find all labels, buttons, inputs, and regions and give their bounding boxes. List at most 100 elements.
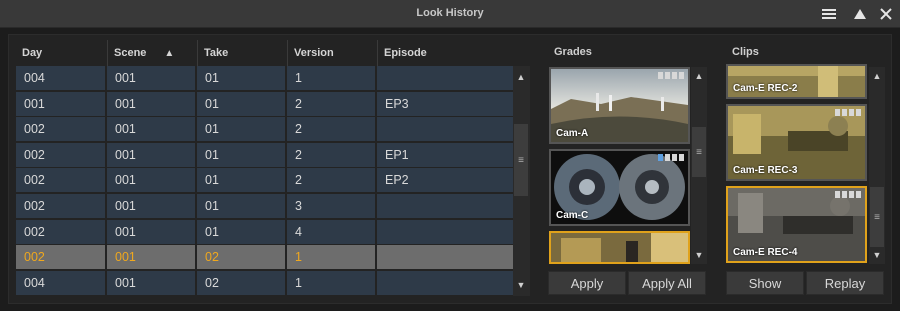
cell-take: 01 <box>197 142 285 167</box>
table-row[interactable]: 002 001 01 2 EP1 <box>16 142 513 168</box>
cell-scene: 001 <box>107 142 195 167</box>
cell-episode: EP3 <box>377 91 513 116</box>
cell-take: 01 <box>197 219 285 244</box>
column-header-label: Take <box>204 47 229 59</box>
table-row[interactable]: 004 001 01 1 <box>16 66 513 91</box>
cell-version: 4 <box>287 219 375 244</box>
cell-version: 2 <box>287 91 375 116</box>
grip-icon: ≡ <box>874 211 880 223</box>
sort-ascending-icon[interactable]: ▲ <box>164 48 174 59</box>
cell-episode <box>377 270 513 295</box>
clip-tile-selected[interactable]: Cam-E REC-4 <box>726 186 867 263</box>
grade-indicator-icon <box>658 72 684 79</box>
window-title: Look History <box>416 7 484 19</box>
look-history-table: Day Scene ▲ Take Version Episode 004 001 01 1 001… <box>16 40 530 296</box>
grade-tile[interactable]: Cam-A <box>549 67 690 144</box>
cell-scene: 001 <box>107 168 195 193</box>
cell-take: 01 <box>197 91 285 116</box>
scroll-down-icon[interactable]: ▼ <box>691 248 707 262</box>
cell-version: 1 <box>287 270 375 295</box>
cell-day: 002 <box>16 117 105 142</box>
cell-scene: 001 <box>107 245 195 270</box>
clips-title: Clips <box>732 46 759 58</box>
menu-icon[interactable] <box>820 5 838 23</box>
column-header-take[interactable]: Take <box>197 40 285 66</box>
table-row[interactable]: 002 001 01 2 <box>16 117 513 142</box>
clip-indicator-icon <box>835 191 861 198</box>
cell-day: 002 <box>16 245 105 270</box>
grade-indicator-icon <box>658 154 684 161</box>
column-header-version[interactable]: Version <box>287 40 375 66</box>
grip-icon: ≡ <box>696 146 702 158</box>
cell-day: 004 <box>16 66 105 90</box>
scroll-up-icon[interactable]: ▲ <box>869 69 885 83</box>
scroll-down-icon[interactable]: ▼ <box>513 278 529 292</box>
cell-day: 001 <box>16 91 105 116</box>
grade-tile[interactable]: Cam-C <box>549 149 690 226</box>
grades-scrollbar[interactable]: ▲ ≡ ▼ <box>691 67 707 264</box>
apply-button[interactable]: Apply <box>548 271 626 295</box>
apply-all-button[interactable]: Apply All <box>628 271 706 295</box>
clips-scrollbar[interactable]: ▲ ≡ ▼ <box>869 67 885 264</box>
table-row[interactable]: 001 001 01 2 EP3 <box>16 91 513 117</box>
cell-episode: EP1 <box>377 142 513 167</box>
cell-day: 002 <box>16 194 105 218</box>
cell-scene: 001 <box>107 219 195 244</box>
cell-take: 01 <box>197 168 285 193</box>
cell-day: 002 <box>16 168 105 193</box>
column-header-scene[interactable]: Scene ▲ <box>107 40 195 66</box>
grades-title: Grades <box>554 46 592 58</box>
cell-take: 01 <box>197 66 285 90</box>
cell-day: 002 <box>16 142 105 167</box>
scroll-thumb[interactable]: ≡ <box>870 187 884 247</box>
scroll-thumb[interactable]: ≡ <box>692 127 706 177</box>
cell-episode <box>377 219 513 244</box>
clip-indicator-icon <box>835 109 861 116</box>
clip-label: Cam-E REC-2 <box>733 83 798 94</box>
title-bar: Look History <box>0 0 900 28</box>
cell-version: 2 <box>287 117 375 142</box>
clip-label: Cam-E REC-4 <box>733 247 798 258</box>
table-row-selected[interactable]: 002 001 02 1 <box>16 245 513 270</box>
table-row[interactable]: 004 001 02 1 <box>16 270 513 296</box>
column-header-label: Episode <box>384 47 427 59</box>
cell-day: 004 <box>16 270 105 295</box>
scroll-up-icon[interactable]: ▲ <box>691 69 707 83</box>
cell-take: 02 <box>197 245 285 270</box>
cell-episode <box>377 194 513 218</box>
cell-take: 02 <box>197 270 285 295</box>
cell-scene: 001 <box>107 91 195 116</box>
column-header-episode[interactable]: Episode <box>377 40 513 66</box>
table-row[interactable]: 002 001 01 4 <box>16 219 513 245</box>
column-header-label: Scene <box>114 47 147 59</box>
cell-episode <box>377 117 513 142</box>
grade-label: Cam-C <box>556 210 589 221</box>
scroll-thumb[interactable]: ≡ <box>514 124 528 196</box>
show-button[interactable]: Show <box>726 271 804 295</box>
cell-day: 002 <box>16 219 105 244</box>
table-row[interactable]: 002 001 01 3 <box>16 194 513 219</box>
cell-version: 2 <box>287 142 375 167</box>
grade-label: Cam-A <box>556 128 589 139</box>
cell-scene: 001 <box>107 117 195 142</box>
cell-scene: 001 <box>107 194 195 218</box>
clip-tile[interactable]: Cam-E REC-3 <box>726 104 867 181</box>
column-header-day[interactable]: Day <box>16 40 105 66</box>
clip-tile[interactable]: Cam-E REC-2 <box>726 64 867 99</box>
cell-version: 1 <box>287 66 375 90</box>
cell-scene: 001 <box>107 270 195 295</box>
cell-take: 01 <box>197 194 285 218</box>
column-header-label: Day <box>22 47 43 59</box>
cell-scene: 001 <box>107 66 195 90</box>
cell-version: 2 <box>287 168 375 193</box>
table-row[interactable]: 002 001 01 2 EP2 <box>16 168 513 193</box>
grade-tile-selected[interactable] <box>549 231 690 264</box>
collapse-icon[interactable] <box>851 5 869 23</box>
cell-take: 01 <box>197 117 285 142</box>
scroll-down-icon[interactable]: ▼ <box>869 248 885 262</box>
table-scrollbar[interactable]: ▲ ≡ ▼ <box>513 66 530 296</box>
scroll-up-icon[interactable]: ▲ <box>513 70 529 84</box>
replay-button[interactable]: Replay <box>806 271 884 295</box>
cell-episode <box>377 245 513 270</box>
close-icon[interactable] <box>877 5 895 23</box>
